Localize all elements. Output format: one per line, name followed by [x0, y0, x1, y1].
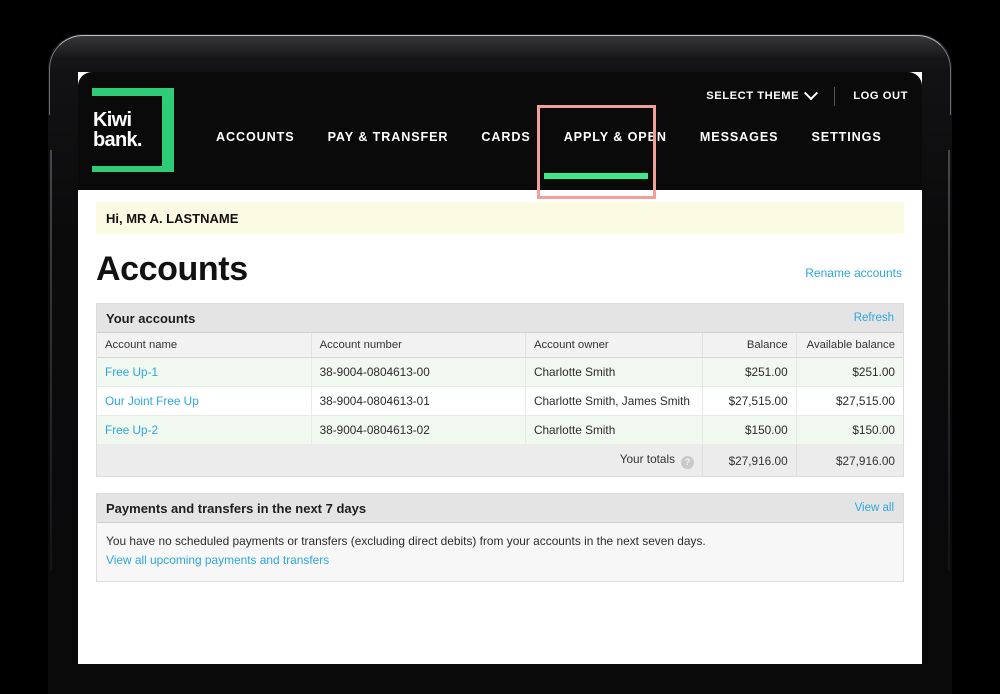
accounts-table: Account name Account number Account owne…	[97, 333, 903, 476]
your-accounts-title: Your accounts	[106, 310, 196, 326]
cell-account-owner: Charlotte Smith, James Smith	[525, 386, 704, 416]
cell-account-number: 38-9004-0804613-00	[311, 357, 526, 387]
cell-account-name: Free Up-2	[97, 415, 312, 445]
rename-accounts-link[interactable]: Rename accounts	[805, 266, 902, 286]
totals-balance: $27,916.00	[702, 444, 797, 476]
cell-account-number: 38-9004-0804613-01	[311, 386, 526, 416]
page-title: Accounts	[96, 250, 248, 288]
your-accounts-panel-header: Your accounts Refresh	[97, 304, 903, 333]
cell-available-balance: $251.00	[796, 357, 903, 387]
nav-item-cards[interactable]: CARDS	[481, 130, 530, 144]
cell-account-name: Our Joint Free Up	[97, 386, 312, 416]
payments-panel-header: Payments and transfers in the next 7 day…	[97, 494, 903, 523]
nav-item-apply-and-open[interactable]: APPLY & OPEN	[564, 130, 667, 144]
account-link-free-up-2[interactable]: Free Up-2	[105, 423, 158, 437]
cell-balance: $251.00	[702, 357, 797, 387]
nav-highlight-box-apply-and-open	[537, 105, 656, 199]
cell-balance: $150.00	[702, 415, 797, 445]
col-balance: Balance	[702, 333, 797, 358]
greeting-bar: Hi, MR A. LASTNAME	[96, 202, 904, 234]
col-available-balance: Available balance	[796, 333, 903, 358]
page-title-row: Accounts Rename accounts	[96, 252, 904, 286]
cell-account-number: 38-9004-0804613-02	[311, 415, 526, 445]
greeting-text: Hi, MR A. LASTNAME	[106, 210, 239, 226]
utility-divider	[834, 86, 836, 106]
select-theme-button[interactable]: SELECT THEME	[706, 86, 819, 102]
totals-row: Your totals? $27,916.00 $27,916.00	[97, 444, 903, 476]
cell-account-owner: Charlotte Smith	[525, 357, 704, 387]
nav-item-messages[interactable]: MESSAGES	[700, 130, 779, 144]
cell-balance: $27,515.00	[702, 386, 797, 416]
your-accounts-panel: Your accounts Refresh Account name Accou…	[96, 303, 904, 477]
payments-panel-title: Payments and transfers in the next 7 day…	[106, 500, 367, 516]
browser-viewport: Kiwi bank. SELECT THEME LOG OUT ACCOUNTS…	[78, 72, 922, 664]
log-out-button[interactable]: LOG OUT	[853, 90, 908, 102]
account-link-our-joint-free-up[interactable]: Our Joint Free Up	[105, 394, 199, 408]
page-body: Hi, MR A. LASTNAME Accounts Rename accou…	[78, 202, 922, 664]
table-row[interactable]: Free Up-2 38-9004-0804613-02 Charlotte S…	[97, 415, 903, 445]
device-bezel-glint-right	[948, 150, 950, 570]
view-all-upcoming-payments-link[interactable]: View all upcoming payments and transfers	[106, 553, 329, 567]
device-bezel-glint-left	[50, 150, 52, 570]
col-account-number: Account number	[311, 333, 526, 358]
help-question-icon[interactable]: ?	[681, 456, 694, 469]
table-header-row: Account name Account number Account owne…	[97, 333, 903, 358]
cell-account-owner: Charlotte Smith	[525, 415, 704, 445]
kiwibank-logo[interactable]: Kiwi bank.	[84, 82, 180, 178]
cell-available-balance: $150.00	[796, 415, 903, 445]
view-all-link[interactable]: View all	[855, 502, 894, 514]
main-navigation: ACCOUNTS PAY & TRANSFER CARDS APPLY & OP…	[216, 130, 882, 144]
totals-label-cell: Your totals?	[97, 444, 703, 476]
table-row[interactable]: Free Up-1 38-9004-0804613-00 Charlotte S…	[97, 357, 903, 387]
utility-bar: SELECT THEME LOG OUT	[706, 85, 908, 107]
select-theme-label: SELECT THEME	[706, 90, 800, 102]
cell-available-balance: $27,515.00	[796, 386, 903, 416]
accounts-table-foot: Your totals? $27,916.00 $27,916.00	[97, 444, 903, 476]
account-link-free-up-1[interactable]: Free Up-1	[105, 365, 158, 379]
site-header: Kiwi bank. SELECT THEME LOG OUT ACCOUNTS…	[78, 72, 922, 199]
payments-panel-body: You have no scheduled payments or transf…	[97, 523, 903, 582]
col-account-name: Account name	[97, 333, 312, 358]
accounts-table-head: Account name Account number Account owne…	[97, 333, 903, 358]
logo-wordmark: Kiwi bank.	[84, 96, 162, 166]
totals-available-balance: $27,916.00	[796, 444, 903, 476]
cell-account-name: Free Up-1	[97, 357, 312, 387]
col-account-owner: Account owner	[525, 333, 704, 358]
nav-active-underline	[544, 173, 648, 179]
accounts-table-body: Free Up-1 38-9004-0804613-00 Charlotte S…	[97, 357, 903, 445]
table-row[interactable]: Our Joint Free Up 38-9004-0804613-01 Cha…	[97, 386, 903, 416]
nav-item-settings[interactable]: SETTINGS	[811, 130, 881, 144]
payments-empty-message: You have no scheduled payments or transf…	[106, 534, 706, 548]
nav-item-pay-and-transfer[interactable]: PAY & TRANSFER	[328, 130, 449, 144]
totals-label: Your totals	[619, 452, 675, 466]
refresh-link[interactable]: Refresh	[854, 312, 894, 324]
logo-line-2: bank.	[93, 129, 142, 151]
chevron-down-icon	[804, 86, 819, 101]
log-out-label: LOG OUT	[853, 90, 908, 102]
payments-and-transfers-panel: Payments and transfers in the next 7 day…	[96, 493, 904, 583]
nav-item-accounts[interactable]: ACCOUNTS	[216, 130, 295, 144]
